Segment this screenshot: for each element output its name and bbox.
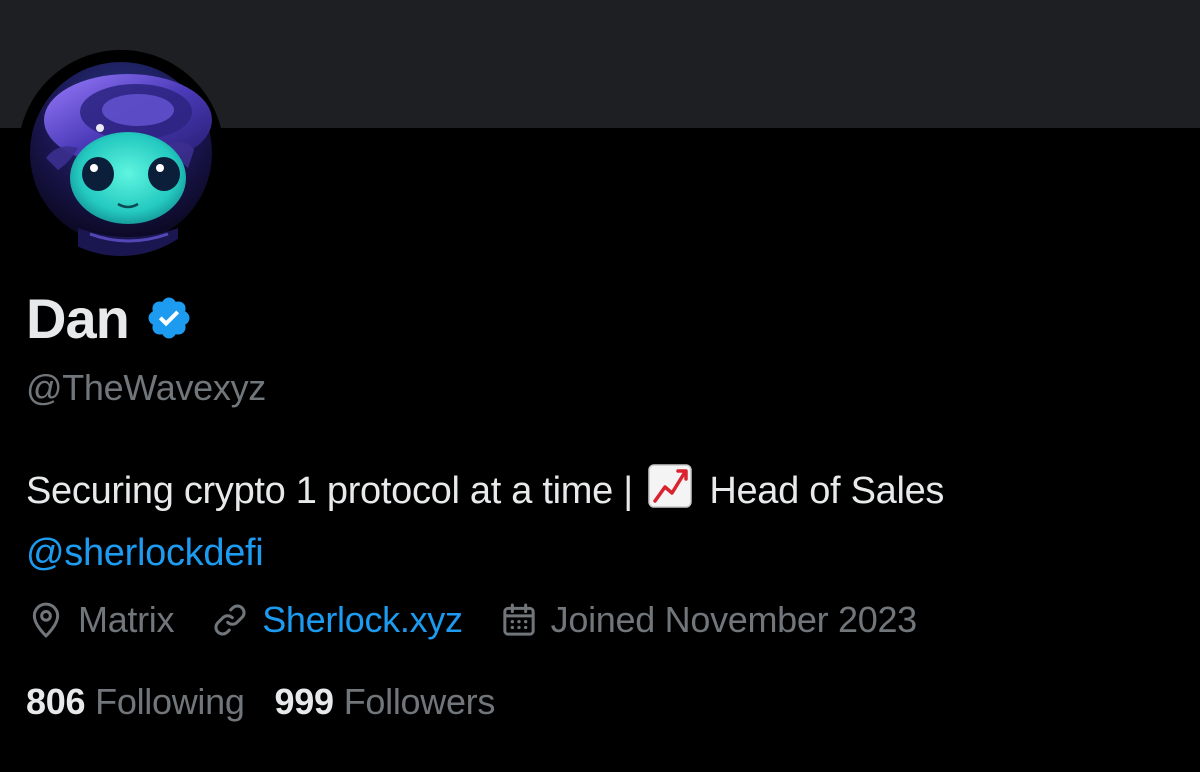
joined-item: Joined November 2023 (499, 599, 917, 641)
location-text: Matrix (78, 599, 175, 640)
profile-page: Dan @TheWavexyz Securing crypto 1 protoc… (0, 0, 1200, 772)
profile-handle: @TheWavexyz (26, 367, 266, 408)
profile-avatar[interactable] (18, 50, 224, 256)
following-count: 806 (26, 681, 86, 722)
location-pin-icon (32, 602, 60, 638)
bio-text-start: Securing crypto 1 protocol at a time | (26, 470, 633, 512)
chart-increasing-emoji (648, 464, 692, 508)
profile-meta-row: Matrix Sherlock.xyz Joined November 2023 (26, 596, 953, 644)
following-stat[interactable]: 806 Following (26, 681, 245, 723)
followers-count: 999 (274, 681, 334, 722)
alien-avatar-image (18, 50, 224, 256)
link-icon (214, 604, 246, 636)
verified-badge-icon[interactable] (145, 294, 193, 342)
bio-mention-link[interactable]: @sherlockdefi (26, 532, 264, 574)
profile-bio: Securing crypto 1 protocol at a time | H… (26, 460, 1176, 584)
followers-stat[interactable]: 999 Followers (275, 681, 496, 723)
location-item: Matrix (26, 599, 175, 641)
joined-text: Joined November 2023 (550, 599, 918, 640)
website-item[interactable]: Sherlock.xyz (210, 599, 463, 641)
name-row: Dan (26, 286, 193, 350)
profile-stats-row: 806 Following 999 Followers (26, 678, 525, 726)
following-label: Following (95, 681, 245, 722)
website-link[interactable]: Sherlock.xyz (262, 599, 463, 641)
followers-label: Followers (343, 681, 496, 722)
display-name: Dan (26, 286, 130, 350)
calendar-icon (503, 603, 535, 636)
bio-text-end: Head of Sales (709, 470, 945, 512)
